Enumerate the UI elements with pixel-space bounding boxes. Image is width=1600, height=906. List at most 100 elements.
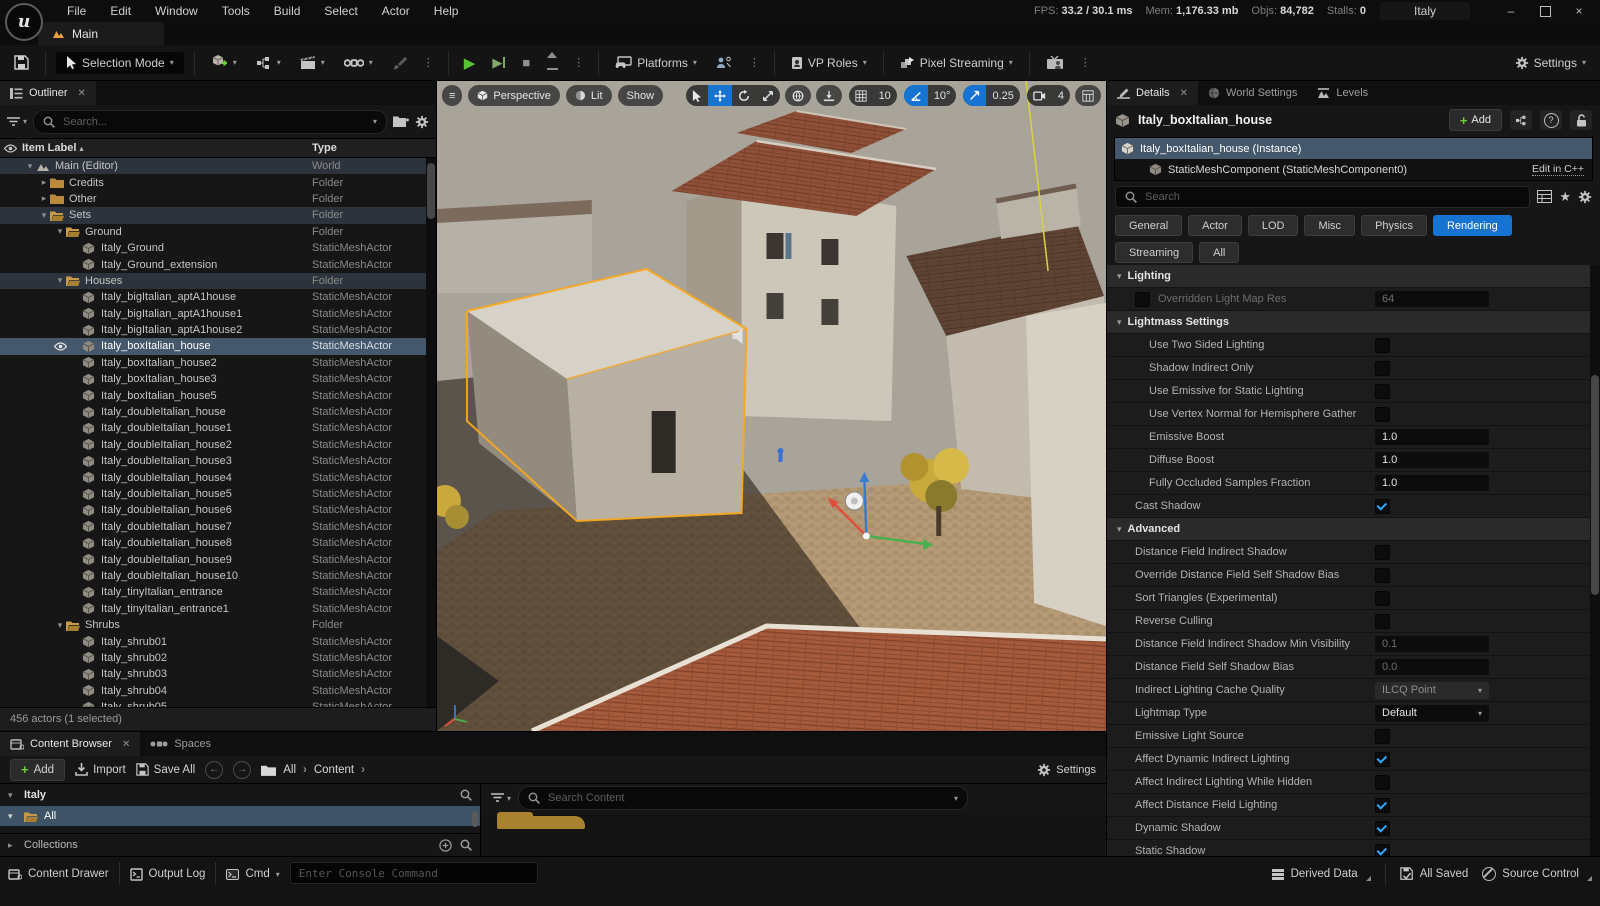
- tab-outliner[interactable]: Outliner✕: [0, 81, 96, 105]
- outliner-settings-gear-icon[interactable]: [415, 115, 429, 129]
- outliner-row[interactable]: Italy_doubleItalian_house9 StaticMeshAct…: [0, 551, 436, 567]
- outliner-row[interactable]: Italy_bigItalian_aptA1house1 StaticMeshA…: [0, 306, 436, 322]
- maximize-viewport-button[interactable]: [1075, 85, 1101, 106]
- details-search-input[interactable]: [1143, 190, 1520, 204]
- minimize-button[interactable]: –: [1494, 1, 1528, 21]
- tab-content-browser[interactable]: Content Browser✕: [0, 732, 140, 756]
- eye-icon[interactable]: [54, 342, 67, 351]
- checkbox[interactable]: [1375, 499, 1390, 514]
- menu-item[interactable]: File: [55, 1, 98, 21]
- move-tool[interactable]: [708, 85, 732, 106]
- filter-chip[interactable]: LOD: [1248, 215, 1299, 236]
- property-row[interactable]: Affect Indirect Lighting While Hidden ▾: [1107, 771, 1590, 794]
- selection-mode-dropdown[interactable]: Selection Mode▾: [56, 52, 184, 74]
- outliner-row[interactable]: Italy_shrub05 StaticMeshActor: [0, 699, 436, 707]
- details-settings-gear-icon[interactable]: [1578, 190, 1592, 204]
- grid-snap-value[interactable]: 10: [873, 85, 897, 106]
- outliner-row[interactable]: Italy_Ground_extension StaticMeshActor: [0, 256, 436, 272]
- outliner-row[interactable]: Italy_doubleItalian_house4 StaticMeshAct…: [0, 469, 436, 485]
- tab-details[interactable]: Details✕: [1107, 81, 1198, 105]
- property-row[interactable]: Use Vertex Normal for Hemisphere Gather …: [1107, 403, 1590, 426]
- outliner-row[interactable]: Italy_doubleItalian_house StaticMeshActo…: [0, 404, 436, 420]
- show-dropdown[interactable]: Show: [618, 85, 664, 106]
- checkbox[interactable]: [1375, 775, 1390, 790]
- cmd-dropdown[interactable]: Cmd▾: [226, 862, 279, 886]
- outliner-row[interactable]: Italy_doubleItalian_house5 StaticMeshAct…: [0, 486, 436, 502]
- outliner-row[interactable]: Sets Folder: [0, 207, 436, 223]
- checkbox[interactable]: [1375, 614, 1390, 629]
- asset-grid[interactable]: [481, 814, 1106, 862]
- favorites-star-icon[interactable]: ★: [1559, 189, 1571, 205]
- close-icon[interactable]: ✕: [78, 88, 86, 99]
- lit-mode-dropdown[interactable]: Lit: [566, 85, 612, 106]
- filter-chip[interactable]: Physics: [1361, 215, 1427, 236]
- expander-arrow-icon[interactable]: [24, 161, 36, 172]
- scale-snap-toggle[interactable]: [963, 85, 986, 106]
- outliner-row[interactable]: Other Folder: [0, 191, 436, 207]
- maximize-button[interactable]: [1528, 1, 1562, 21]
- outliner-row[interactable]: Italy_shrub03 StaticMeshActor: [0, 666, 436, 682]
- save-button[interactable]: [8, 52, 35, 73]
- outliner-row[interactable]: Italy_doubleItalian_house10 StaticMeshAc…: [0, 568, 436, 584]
- menu-item[interactable]: Select: [312, 1, 369, 21]
- tab-world-settings[interactable]: World Settings: [1198, 81, 1307, 105]
- property-row[interactable]: Overridden Light Map Res 64 64▾: [1107, 288, 1590, 311]
- scale-snap-value[interactable]: 0.25: [986, 85, 1019, 106]
- checkbox[interactable]: [1375, 798, 1390, 813]
- number-field[interactable]: 1.0: [1375, 452, 1489, 468]
- checkbox[interactable]: [1375, 591, 1390, 606]
- display-options-icon[interactable]: [1537, 190, 1552, 203]
- outliner-row[interactable]: Italy_tinyItalian_entrance1 StaticMeshAc…: [0, 601, 436, 617]
- pixel-streaming-dropdown[interactable]: Pixel Streaming▾: [894, 53, 1019, 73]
- checkbox[interactable]: [1375, 545, 1390, 560]
- property-row[interactable]: Distance Field Indirect Shadow ▾: [1107, 541, 1590, 564]
- filter-chip[interactable]: General: [1115, 215, 1182, 236]
- cinematics-button[interactable]: ▾: [294, 53, 331, 73]
- menu-item[interactable]: Edit: [98, 1, 143, 21]
- console-command-input[interactable]: [290, 862, 538, 884]
- play-button[interactable]: ▶: [459, 54, 481, 72]
- property-row[interactable]: Use Two Sided Lighting ▾: [1107, 334, 1590, 357]
- tab-levels[interactable]: Levels: [1307, 81, 1378, 105]
- outliner-row[interactable]: Italy_doubleItalian_house7 StaticMeshAct…: [0, 519, 436, 535]
- expander-arrow-icon[interactable]: [38, 177, 50, 188]
- checkbox[interactable]: [1375, 407, 1390, 422]
- property-row[interactable]: Static Shadow ▾: [1107, 840, 1590, 856]
- stop-button[interactable]: ■: [517, 55, 535, 70]
- details-search[interactable]: [1115, 186, 1530, 208]
- property-row[interactable]: Emissive Boost 1.0 1.0▾: [1107, 426, 1590, 449]
- property-row[interactable]: Override Distance Field Self Shadow Bias…: [1107, 564, 1590, 587]
- filter-chip[interactable]: Misc: [1304, 215, 1355, 236]
- search-icon[interactable]: [460, 789, 472, 801]
- property-row[interactable]: Advanced ▾: [1107, 518, 1590, 541]
- broadcast-button[interactable]: [1040, 53, 1070, 73]
- property-row[interactable]: Dynamic Shadow ▾: [1107, 817, 1590, 840]
- property-row[interactable]: Affect Dynamic Indirect Lighting ▾: [1107, 748, 1590, 771]
- checkbox[interactable]: [1375, 844, 1390, 857]
- select-tool[interactable]: [686, 85, 708, 106]
- outliner-search[interactable]: ▾: [33, 110, 387, 134]
- source-control-button[interactable]: Source Control: [1482, 862, 1592, 886]
- toolbar-overflow-dots[interactable]: ⋮: [420, 56, 438, 69]
- viewport-menu-button[interactable]: ≡: [442, 85, 462, 106]
- filter-button[interactable]: ▾: [7, 117, 27, 127]
- menu-item[interactable]: Tools: [210, 1, 262, 21]
- outliner-row[interactable]: Italy_doubleItalian_house8 StaticMeshAct…: [0, 535, 436, 551]
- level-viewport[interactable]: ≡ Perspective Lit Show 10: [437, 81, 1106, 731]
- add-collection-icon[interactable]: [439, 839, 452, 852]
- cb-filter-button[interactable]: ▾: [491, 793, 511, 803]
- property-row[interactable]: Use Emissive for Static Lighting ▾: [1107, 380, 1590, 403]
- add-component-button[interactable]: +Add: [1449, 109, 1502, 131]
- outliner-row[interactable]: Italy_Ground StaticMeshActor: [0, 240, 436, 256]
- blueprints-button[interactable]: ▾: [250, 53, 287, 73]
- broadcast-dots[interactable]: ⋮: [1077, 56, 1095, 69]
- property-row[interactable]: Distance Field Self Shadow Bias 0.0 0.0▾: [1107, 656, 1590, 679]
- filter-chip[interactable]: All: [1199, 242, 1239, 263]
- vp-roles-dropdown[interactable]: VP Roles▾: [785, 53, 873, 73]
- camera-speed-icon[interactable]: [1027, 85, 1052, 106]
- collections-row[interactable]: ▸Collections: [0, 834, 480, 856]
- property-row[interactable]: Fully Occluded Samples Fraction 1.0 1.0▾: [1107, 472, 1590, 495]
- source-root-row[interactable]: ▾Italy: [0, 784, 480, 806]
- menu-item[interactable]: Help: [422, 1, 471, 21]
- checkbox[interactable]: [1375, 729, 1390, 744]
